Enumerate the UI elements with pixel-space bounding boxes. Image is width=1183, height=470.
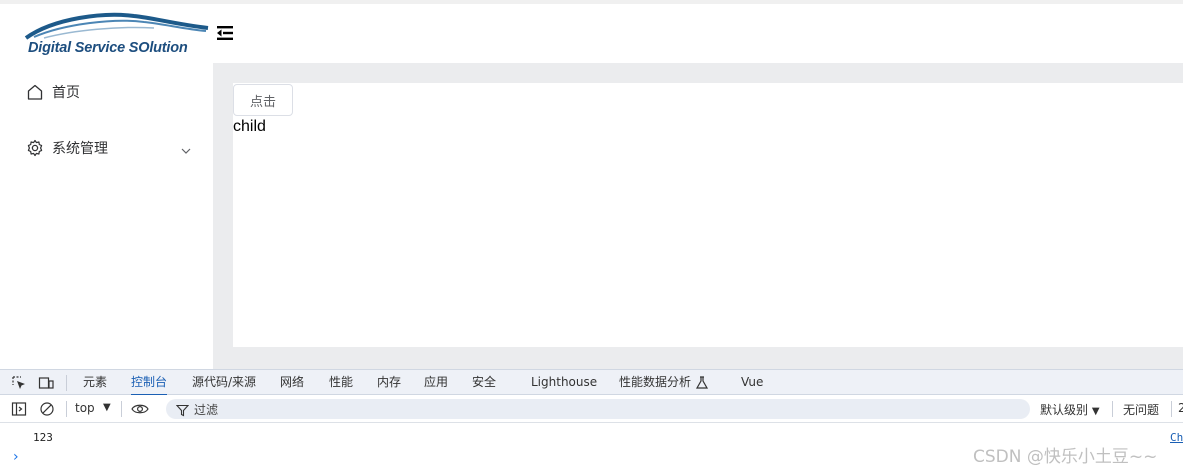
tab-application[interactable]: 应用 xyxy=(424,370,448,395)
log-level-label: 默认级别 xyxy=(1040,403,1089,417)
filter-placeholder: 过滤 xyxy=(194,403,219,417)
menu-fold-icon[interactable] xyxy=(215,24,235,42)
sidebar-item-label: 系统管理 xyxy=(52,141,108,157)
device-toolbar-icon[interactable] xyxy=(38,375,54,391)
app-header: Digital Service SOlution xyxy=(0,0,1183,63)
console-filter-input[interactable]: 过滤 xyxy=(166,399,1030,419)
hidden-count: 2 xyxy=(1178,401,1183,415)
logo-text: Digital Service SOlution xyxy=(28,40,188,56)
caret-down-icon: ▼ xyxy=(103,402,111,413)
tab-elements[interactable]: 元素 xyxy=(83,370,107,395)
sidebar-item-label: 首页 xyxy=(52,85,80,101)
clear-console-icon[interactable] xyxy=(39,401,55,417)
car-logo-graphic xyxy=(24,12,209,40)
tab-performance[interactable]: 性能 xyxy=(329,370,353,395)
console-prompt-icon[interactable]: › xyxy=(13,449,19,465)
divider xyxy=(66,401,67,417)
filter-icon xyxy=(175,402,190,417)
logo: Digital Service SOlution xyxy=(24,10,210,62)
context-selector[interactable]: top xyxy=(75,401,95,415)
child-component-text: child xyxy=(233,118,266,135)
gear-icon xyxy=(26,139,44,157)
sidebar: 首页 系统管理 xyxy=(0,63,213,369)
console-source-link[interactable]: Ch xyxy=(1170,431,1183,444)
divider xyxy=(66,375,67,391)
inspect-element-icon[interactable] xyxy=(11,375,27,391)
tab-lighthouse[interactable]: Lighthouse xyxy=(531,370,597,395)
content-card: 点击 child xyxy=(233,83,1183,347)
divider xyxy=(1112,401,1113,417)
console-log-line: 123 xyxy=(33,431,53,444)
sidebar-toggle-icon[interactable] xyxy=(11,401,27,417)
home-icon xyxy=(26,83,44,101)
issues-indicator[interactable]: 无问题 xyxy=(1123,401,1159,418)
tab-vue[interactable]: Vue xyxy=(741,370,763,395)
console-toolbar: top ▼ 过滤 默认级别 ▼ 无问题 2 xyxy=(0,395,1183,423)
sidebar-item-home[interactable]: 首页 xyxy=(0,64,213,120)
devtools-panel: 元素 控制台 源代码/来源 网络 性能 内存 应用 安全 Lighthouse … xyxy=(0,369,1183,470)
tab-security[interactable]: 安全 xyxy=(472,370,496,395)
log-level-selector[interactable]: 默认级别 ▼ xyxy=(1040,401,1100,418)
click-button[interactable]: 点击 xyxy=(233,84,293,116)
divider xyxy=(1171,401,1172,417)
caret-down-icon: ▼ xyxy=(1091,406,1100,417)
chevron-down-icon xyxy=(180,142,192,154)
tab-console[interactable]: 控制台 xyxy=(131,370,168,396)
flask-icon xyxy=(695,375,711,391)
main-content: 点击 child xyxy=(213,63,1183,369)
tab-sources[interactable]: 源代码/来源 xyxy=(192,370,256,395)
divider xyxy=(121,401,122,417)
tab-memory[interactable]: 内存 xyxy=(377,370,401,395)
devtools-tab-bar: 元素 控制台 源代码/来源 网络 性能 内存 应用 安全 Lighthouse … xyxy=(0,369,1183,396)
eye-icon[interactable] xyxy=(131,401,149,417)
tab-network[interactable]: 网络 xyxy=(280,370,304,395)
sidebar-item-system-management[interactable]: 系统管理 xyxy=(0,120,213,176)
tab-performance-insights[interactable]: 性能数据分析 xyxy=(619,370,691,395)
watermark: CSDN @快乐小土豆~~ xyxy=(973,447,1158,467)
